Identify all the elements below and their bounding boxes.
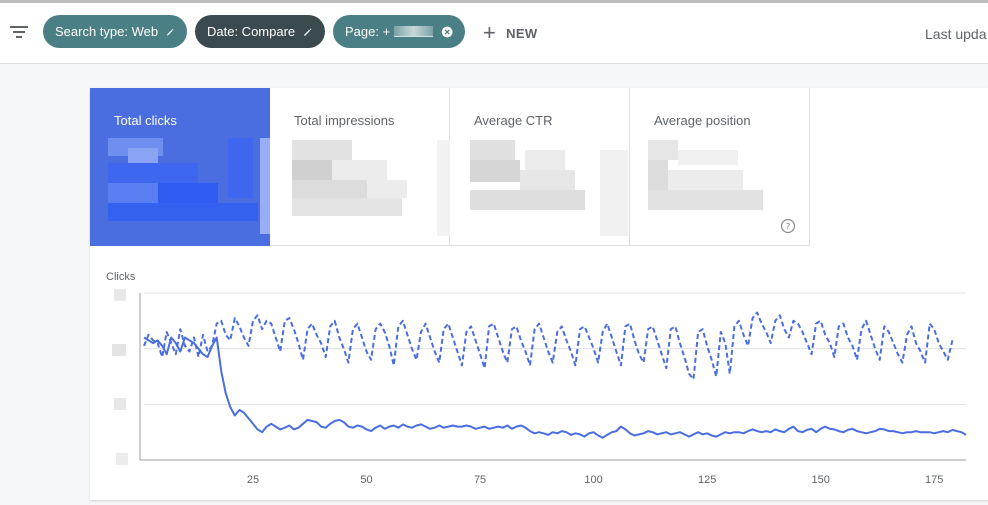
x-tick-label: 50 xyxy=(360,474,372,486)
close-circle-icon[interactable] xyxy=(441,24,453,40)
performance-card: Total clicks Total impressions Average C… xyxy=(90,88,988,500)
metric-average-ctr[interactable]: Average CTR xyxy=(450,88,630,246)
x-tick-label: 75 xyxy=(474,474,486,486)
redacted-text xyxy=(394,26,433,37)
x-tick-label: 175 xyxy=(925,474,943,486)
svg-text:?: ? xyxy=(786,223,791,233)
series-line-current xyxy=(143,336,967,439)
chip-label: Page: + xyxy=(345,24,391,39)
metric-total-impressions[interactable]: Total impressions xyxy=(270,88,450,246)
edit-icon[interactable] xyxy=(303,24,313,40)
redacted-value xyxy=(648,140,768,230)
last-updated-text: Last upda xyxy=(925,26,987,42)
y-tick-labels-redacted xyxy=(112,289,128,465)
clicks-chart: Clicks 25 50 75 100 125 150 175 xyxy=(90,246,988,500)
series-line-comparison xyxy=(143,311,954,381)
help-icon[interactable]: ? xyxy=(780,218,796,234)
x-tick-label: 25 xyxy=(247,474,259,486)
x-tick-label: 150 xyxy=(811,474,829,486)
metric-label: Total clicks xyxy=(114,113,177,128)
filter-chip-page[interactable]: Page: + xyxy=(333,15,465,48)
metric-label: Total impressions xyxy=(294,113,395,128)
redacted-value xyxy=(108,138,274,238)
redacted-value xyxy=(470,140,628,236)
plus-icon: + xyxy=(483,20,497,45)
filter-bar: Search type: Web Date: Compare Page: + +… xyxy=(0,0,988,64)
metric-total-clicks[interactable]: Total clicks xyxy=(90,88,274,246)
chart-svg: Clicks 25 50 75 100 125 150 175 xyxy=(106,271,967,486)
chip-label: Date: Compare xyxy=(207,24,296,39)
filter-icon[interactable] xyxy=(9,22,29,42)
filter-chip-date[interactable]: Date: Compare xyxy=(195,15,325,48)
redacted-value xyxy=(292,140,450,236)
edit-icon[interactable] xyxy=(166,24,175,40)
y-axis-label: Clicks xyxy=(106,271,136,283)
new-filter-label: NEW xyxy=(506,25,538,41)
x-tick-label: 100 xyxy=(584,474,602,486)
chip-label: Search type: Web xyxy=(55,24,159,39)
metric-label: Average position xyxy=(654,113,751,128)
x-tick-label: 125 xyxy=(698,474,716,486)
new-filter-button[interactable]: + NEW xyxy=(483,21,537,45)
metric-label: Average CTR xyxy=(474,113,553,128)
filter-chip-search-type[interactable]: Search type: Web xyxy=(43,15,187,48)
